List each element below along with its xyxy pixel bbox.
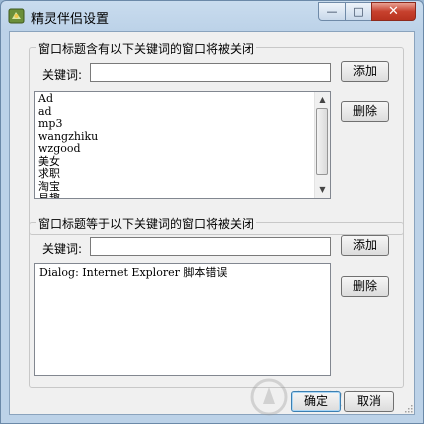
equals-add-button[interactable]: 添加 [341, 235, 389, 256]
contains-keyword-input[interactable] [90, 63, 331, 82]
contains-keyword-list[interactable]: Ad ad mp3 wangzhiku wzgood 美女 求职 淘宝 易趣 ▲ ▼ [34, 91, 331, 199]
contains-list-items: Ad ad mp3 wangzhiku wzgood 美女 求职 淘宝 易趣 [38, 92, 98, 198]
equals-keyword-list[interactable]: Dialog: Internet Explorer 脚本错误 [34, 263, 331, 376]
dialog-client-area: 窗口标题含有以下关键词的窗口将被关闭 关键词: 添加 删除 Ad ad mp3 wan… [9, 31, 415, 416]
contains-list-scrollbar[interactable]: ▲ ▼ [314, 92, 330, 198]
list-item[interactable]: wzgood [38, 142, 98, 156]
list-item[interactable]: 易趣 [38, 192, 98, 198]
scroll-down-icon[interactable]: ▼ [315, 182, 330, 198]
contains-keywords-group: 窗口标题含有以下关键词的窗口将被关闭 关键词: 添加 删除 Ad ad mp3 wan… [29, 40, 404, 235]
watermark: 当下软件园 [250, 378, 379, 419]
list-item[interactable]: mp3 [38, 117, 98, 131]
equals-list-items: Dialog: Internet Explorer 脚本错误 [39, 266, 227, 280]
title-bar[interactable]: 精灵伴侣设置 — □ ✕ [1, 1, 423, 31]
equals-keyword-input[interactable] [90, 237, 331, 256]
maximize-button[interactable]: □ [345, 2, 372, 21]
list-item[interactable]: Ad [38, 92, 98, 106]
equals-keywords-group: 窗口标题等于以下关键词的窗口将被关闭 关键词: 添加 删除 Dialog: In… [29, 215, 404, 388]
resize-grip-icon[interactable] [403, 403, 413, 413]
list-item[interactable]: Dialog: Internet Explorer 脚本错误 [39, 266, 227, 280]
contains-add-button[interactable]: 添加 [341, 61, 389, 82]
contains-group-title: 窗口标题含有以下关键词的窗口将被关闭 [36, 40, 257, 57]
window-title: 精灵伴侣设置 [31, 12, 110, 27]
ok-button[interactable]: 确定 [291, 391, 341, 412]
equals-keyword-label: 关键词: [42, 242, 83, 256]
contains-delete-button[interactable]: 删除 [341, 101, 389, 122]
close-button[interactable]: ✕ [371, 2, 416, 21]
scroll-thumb[interactable] [316, 108, 328, 175]
settings-window: 精灵伴侣设置 — □ ✕ 窗口标题含有以下关键词的窗口将被关闭 关键词: 添加 … [0, 0, 424, 424]
equals-group-title: 窗口标题等于以下关键词的窗口将被关闭 [36, 215, 257, 232]
list-item[interactable]: 求职 [38, 167, 98, 181]
cancel-button[interactable]: 取消 [344, 391, 394, 412]
scroll-up-icon[interactable]: ▲ [315, 92, 330, 108]
equals-delete-button[interactable]: 删除 [341, 276, 389, 297]
app-fairy-icon [8, 8, 25, 24]
watermark-logo-icon [250, 378, 288, 416]
minimize-button[interactable]: — [318, 2, 346, 21]
contains-keyword-label: 关键词: [42, 68, 83, 82]
